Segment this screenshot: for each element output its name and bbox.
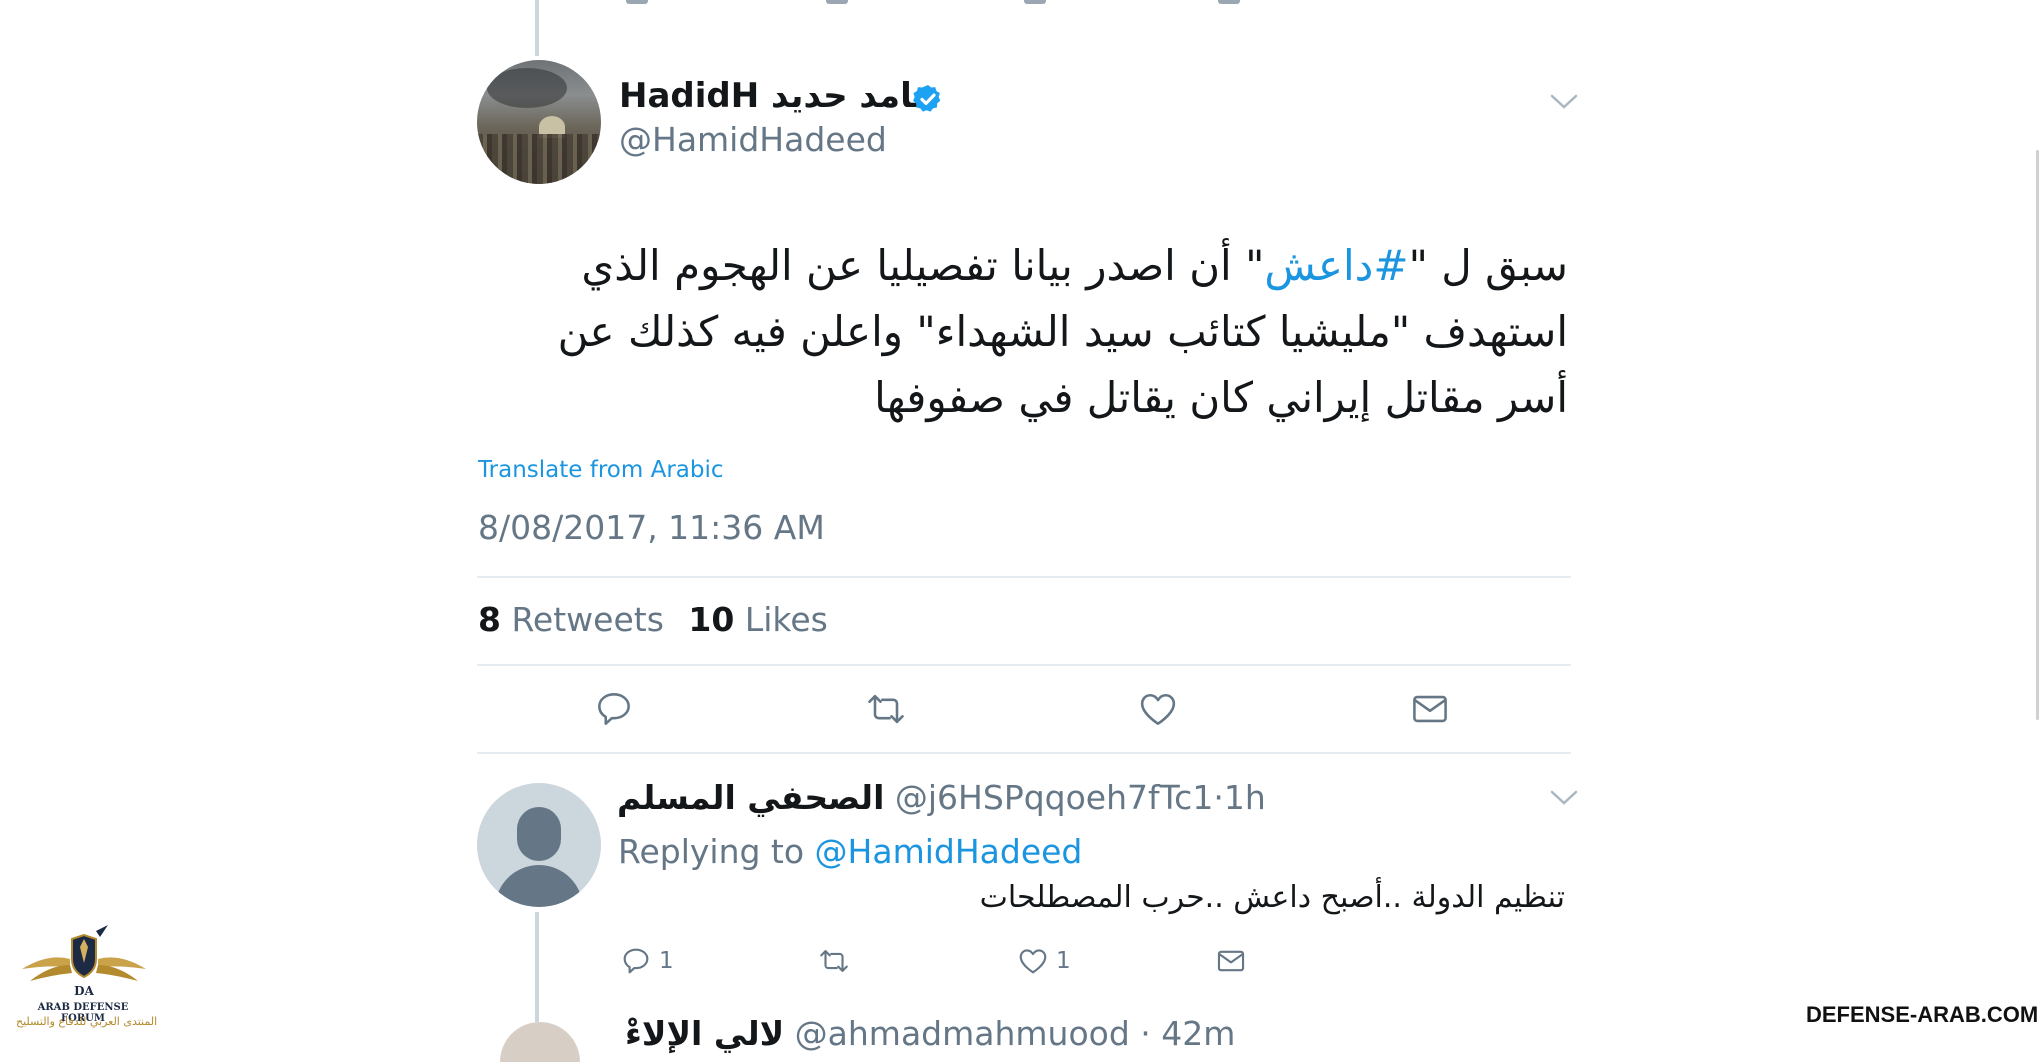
thread-line-top <box>535 0 539 56</box>
scrollbar[interactable] <box>2036 150 2039 720</box>
forum-logo-arabic: المنتدى العربي للدفاع والتسليح <box>16 1015 158 1028</box>
reply-count: 1 <box>659 948 674 974</box>
verified-badge-icon <box>912 83 944 115</box>
chevron-down-icon[interactable] <box>1549 788 1579 808</box>
reply-display-name[interactable]: الصحفي المسلم <box>617 778 884 817</box>
thread-line <box>535 912 539 1022</box>
separator-dot: · <box>1213 778 1224 817</box>
hashtag-link[interactable]: #داعش <box>1264 241 1408 290</box>
handle[interactable]: @HamidHadeed <box>619 120 887 159</box>
reply-time[interactable]: 1h <box>1224 778 1266 817</box>
heart-icon[interactable] <box>1136 687 1180 731</box>
next-reply-handle[interactable]: @ahmadmahmuood · 42m <box>795 1014 1236 1053</box>
divider <box>477 664 1571 666</box>
avatar[interactable] <box>477 60 601 184</box>
translate-link[interactable]: Translate from Arabic <box>478 457 724 483</box>
likes-count[interactable]: 10 <box>688 600 734 639</box>
divider <box>477 576 1571 578</box>
tweet-text: سبق ل "#داعش" أن اصدر بيانا تفصيليا عن ا… <box>557 241 1568 422</box>
retweets-label[interactable]: Retweets <box>511 600 663 639</box>
reply-icon[interactable] <box>592 687 636 731</box>
retweet-icon[interactable] <box>864 687 908 731</box>
site-watermark: DEFENSE-ARAB.COM <box>1806 1002 2039 1027</box>
previous-tweet-retweet-icon[interactable] <box>826 0 848 4</box>
display-name[interactable]: HadidH حامد حديد <box>619 76 937 116</box>
previous-tweet-message-icon[interactable] <box>1218 0 1240 4</box>
reply-handle[interactable]: @j6HSPqqoeh7fTc1 <box>895 778 1213 817</box>
likes-label[interactable]: Likes <box>745 600 828 639</box>
next-reply-display-name[interactable]: لالي الإلاءْ <box>625 1014 784 1053</box>
reply-text: تنظيم الدولة ..أصبح داعش ..حرب المصطلحات <box>979 880 1565 915</box>
reply-like-button[interactable]: 1 <box>1016 944 1071 978</box>
like-count: 1 <box>1056 948 1071 974</box>
timestamp[interactable]: 8/08/2017, 11:36 AM <box>478 508 825 547</box>
envelope-icon[interactable] <box>1214 944 1248 978</box>
divider <box>477 752 1571 754</box>
previous-tweet-like-icon[interactable] <box>1024 0 1046 4</box>
heart-icon <box>1016 944 1050 978</box>
retweets-count[interactable]: 8 <box>478 600 501 639</box>
reply-reply-button[interactable]: 1 <box>619 944 674 978</box>
next-reply-header: لالي الإلاءْ @ahmadmahmuood · 42m <box>625 1014 1235 1053</box>
chevron-down-icon[interactable] <box>1549 92 1579 112</box>
reply-icon <box>619 944 653 978</box>
retweet-icon[interactable] <box>816 944 852 978</box>
reply-header: الصحفي المسلم @j6HSPqqoeh7fTc1·1h <box>617 778 1266 817</box>
previous-tweet-reply-icon[interactable] <box>626 0 648 4</box>
envelope-icon[interactable] <box>1408 687 1452 731</box>
mention-link[interactable]: @HamidHadeed <box>815 832 1083 871</box>
next-reply-avatar[interactable] <box>500 1022 580 1062</box>
reply-avatar[interactable] <box>477 783 601 907</box>
engagement-stats: 8 Retweets 10 Likes <box>478 600 842 639</box>
replying-to: Replying to @HamidHadeed <box>618 832 1083 871</box>
svg-text:DA: DA <box>74 984 94 998</box>
